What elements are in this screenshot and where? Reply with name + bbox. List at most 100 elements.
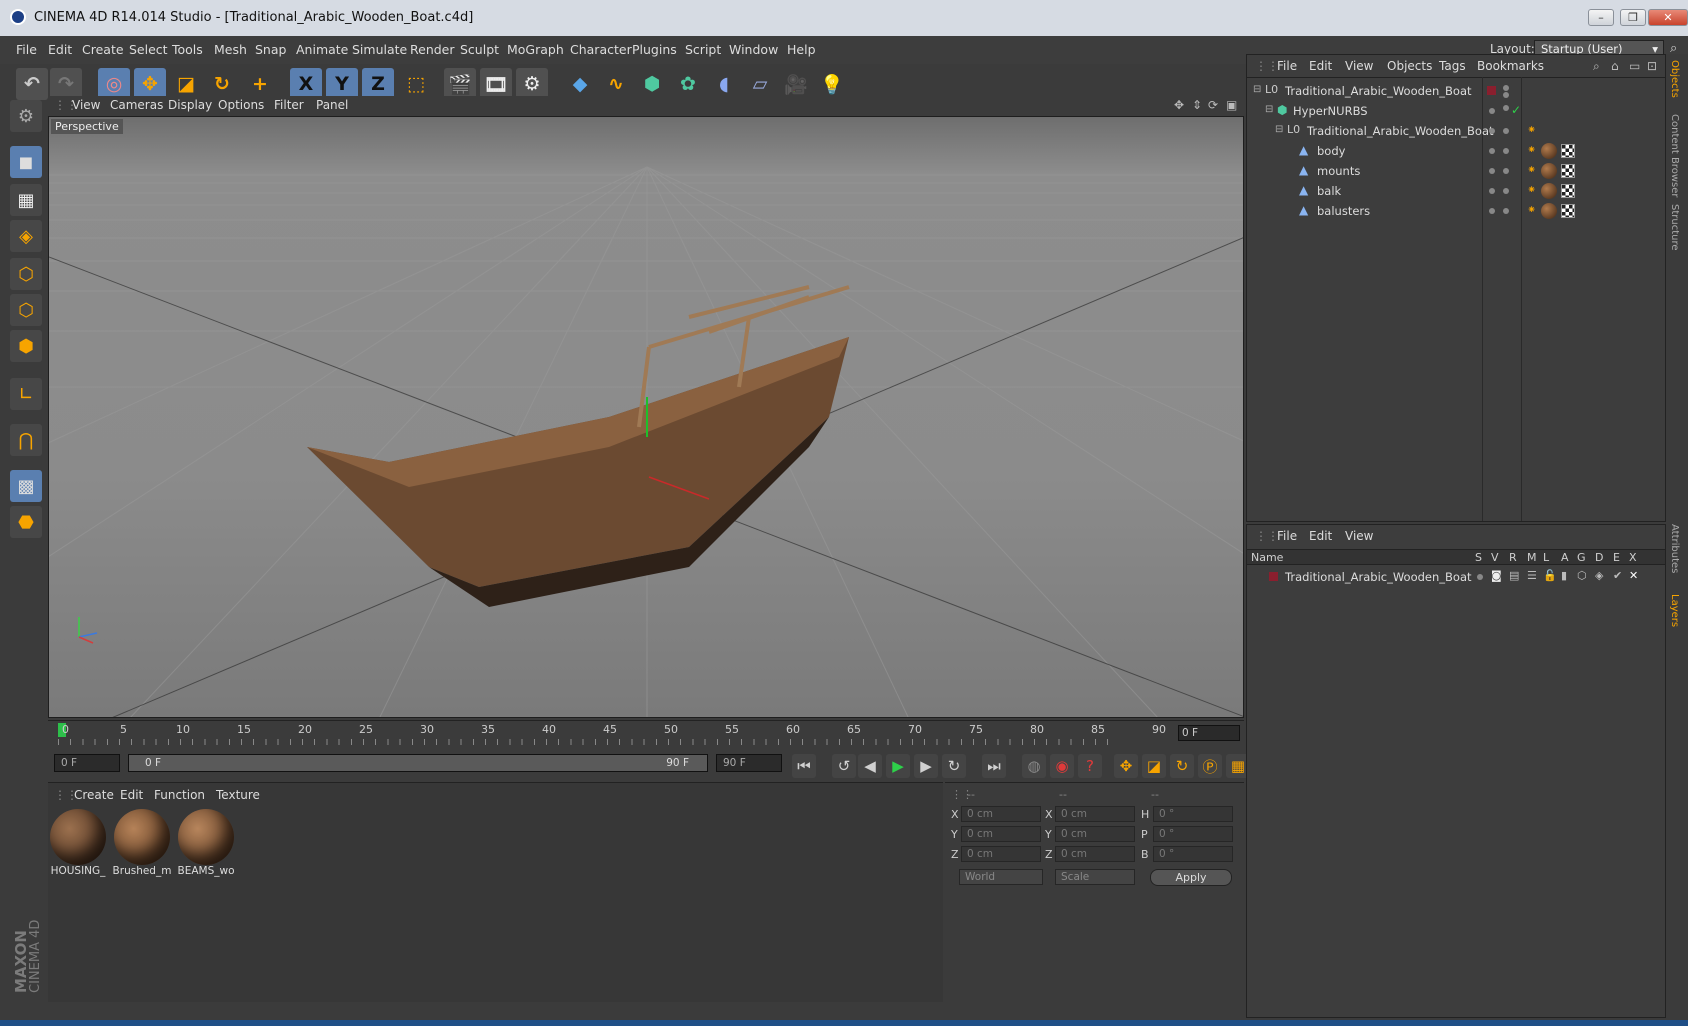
object-row[interactable]: ▲ balusters ⁕	[1247, 201, 1665, 221]
size-mode-select[interactable]: Scale	[1055, 869, 1135, 885]
key-scale-icon[interactable]: ◪	[1142, 754, 1166, 778]
object-row[interactable]: ⊟ L0 Traditional_Arabic_Wooden_Boat ⁕	[1247, 121, 1665, 141]
object-row[interactable]: ▲ balk ⁕	[1247, 181, 1665, 201]
menu-mesh[interactable]: Mesh	[214, 42, 247, 57]
close-button[interactable]: ✕	[1648, 9, 1688, 26]
enabled-check-icon[interactable]: ✓	[1511, 103, 1521, 117]
uvw-tag-icon[interactable]	[1561, 164, 1575, 178]
key-rotation-icon[interactable]: ↻	[1170, 754, 1194, 778]
tab-structure[interactable]: Structure	[1669, 204, 1680, 251]
texture-mode-icon[interactable]: ▦	[10, 184, 42, 216]
xref-toggle-icon[interactable]: ✕	[1629, 569, 1638, 582]
undo-icon[interactable]: ↶	[16, 68, 48, 100]
end-frame-field[interactable]: 90 F	[716, 754, 782, 772]
tab-content-browser[interactable]: Content Browser	[1669, 114, 1680, 197]
go-to-end-icon[interactable]: ⏭	[982, 754, 1006, 778]
objects-menu-edit[interactable]: Edit	[1309, 59, 1332, 73]
menu-animate[interactable]: Animate	[296, 42, 348, 57]
objects-menu-file[interactable]: File	[1277, 59, 1297, 73]
previous-key-icon[interactable]: ↺	[832, 754, 856, 778]
next-frame-icon[interactable]: ▶	[914, 754, 938, 778]
size-z-field[interactable]: 0 cm	[1055, 846, 1135, 862]
key-position-icon[interactable]: ✥	[1114, 754, 1138, 778]
play-icon[interactable]: ▶	[886, 754, 910, 778]
object-row[interactable]: ⊟ L0 Traditional_Arabic_Wooden_Boat	[1247, 81, 1665, 101]
viewport-rotate-icon[interactable]: ⟳	[1208, 98, 1218, 112]
render-visibility-dot[interactable]	[1503, 92, 1509, 98]
layer-row[interactable]: Traditional_Arabic_Wooden_Boat ◙ ▤ ☰ 🔓 ▮…	[1247, 567, 1665, 587]
generators-toggle-icon[interactable]: ⬡	[1577, 569, 1587, 582]
points-mode-icon[interactable]: ⬡	[10, 258, 42, 290]
phong-tag-icon[interactable]: ⁕	[1527, 203, 1536, 216]
restore-button[interactable]: ❐	[1620, 9, 1646, 26]
collapse-icon[interactable]: ⊟	[1265, 104, 1273, 115]
key-parameter-icon[interactable]: Ⓟ	[1198, 754, 1222, 778]
workplane-mode-icon[interactable]: ◈	[10, 220, 42, 252]
object-row[interactable]: ⊟ ⬢ HyperNURBS ✓	[1247, 101, 1665, 121]
uvw-tag-icon[interactable]	[1561, 184, 1575, 198]
viewport-menu-cameras[interactable]: Cameras	[110, 98, 163, 112]
menu-create[interactable]: Create	[82, 42, 124, 57]
menu-file[interactable]: File	[16, 42, 37, 57]
current-frame-field[interactable]: 0 F	[1178, 725, 1240, 741]
lock-toggle-icon[interactable]: 🔓	[1543, 569, 1557, 582]
edges-mode-icon[interactable]: ⬡	[10, 294, 42, 326]
size-x-field[interactable]: 0 cm	[1055, 806, 1135, 822]
timeline-ruler[interactable]: 0 5 10 15 20 25 30 35 40 45 50 55 60 65 …	[48, 720, 1244, 746]
viewport-menu-panel[interactable]: Panel	[316, 98, 348, 112]
position-x-field[interactable]: 0 cm	[961, 806, 1041, 822]
new-window-icon[interactable]: ⊡	[1647, 59, 1657, 73]
preview-range-slider[interactable]: 0 F 90 F	[128, 754, 708, 772]
menu-plugins[interactable]: Plugins	[632, 42, 677, 57]
editor-visibility-dot[interactable]	[1489, 148, 1495, 154]
render-visibility-dot[interactable]	[1503, 188, 1509, 194]
viewport-menu-filter[interactable]: Filter	[274, 98, 304, 112]
collapse-icon[interactable]: ⊟	[1253, 84, 1261, 95]
position-z-field[interactable]: 0 cm	[961, 846, 1041, 862]
menu-script[interactable]: Script	[685, 42, 721, 57]
viewport-camera-label[interactable]: Perspective	[51, 119, 123, 134]
tab-objects[interactable]: Objects	[1669, 60, 1680, 98]
layers-menu-view[interactable]: View	[1345, 529, 1373, 543]
material-menu-create[interactable]: Create	[74, 788, 114, 802]
polygons-mode-icon[interactable]: ⬢	[10, 330, 42, 362]
material-tag-icon[interactable]	[1541, 143, 1557, 159]
coordinate-system-select[interactable]: World	[959, 869, 1043, 885]
layers-menu-edit[interactable]: Edit	[1309, 529, 1332, 543]
object-row[interactable]: ▲ mounts ⁕	[1247, 161, 1665, 181]
go-to-start-icon[interactable]: ⏮	[792, 754, 816, 778]
apply-button[interactable]: Apply	[1150, 869, 1232, 886]
animation-toggle-icon[interactable]: ▮	[1561, 569, 1567, 582]
material-menu-function[interactable]: Function	[154, 788, 205, 802]
viewport-menu-options[interactable]: Options	[218, 98, 264, 112]
phong-tag-icon[interactable]: ⁕	[1527, 163, 1536, 176]
visible-toggle-icon[interactable]: ◙	[1491, 569, 1502, 582]
objects-menu-bookmarks[interactable]: Bookmarks	[1477, 59, 1544, 73]
axis-mode-icon[interactable]: ∟	[10, 378, 42, 410]
material-swatch[interactable]: BEAMS_wo	[176, 807, 236, 877]
menu-tools[interactable]: Tools	[172, 42, 203, 57]
minimize-panel-icon[interactable]: ▭	[1629, 59, 1640, 73]
material-swatch[interactable]: HOUSING_	[48, 807, 108, 877]
editor-visibility-dot[interactable]	[1489, 208, 1495, 214]
uvw-tag-icon[interactable]	[1561, 144, 1575, 158]
material-tag-icon[interactable]	[1541, 203, 1557, 219]
menu-select[interactable]: Select	[129, 42, 168, 57]
uvw-tag-icon[interactable]	[1561, 204, 1575, 218]
manager-toggle-icon[interactable]: ☰	[1527, 569, 1537, 582]
render-visibility-dot[interactable]	[1503, 168, 1509, 174]
render-visibility-dot[interactable]	[1503, 148, 1509, 154]
viewport-move-icon[interactable]: ✥	[1174, 98, 1184, 112]
menu-snap[interactable]: Snap	[255, 42, 286, 57]
menu-edit[interactable]: Edit	[48, 42, 72, 57]
solo-toggle-icon[interactable]	[1477, 574, 1483, 580]
object-row[interactable]: ▲ body ⁕	[1247, 141, 1665, 161]
viewport-menu-display[interactable]: Display	[168, 98, 212, 112]
position-y-field[interactable]: 0 cm	[961, 826, 1041, 842]
material-tag-icon[interactable]	[1541, 183, 1557, 199]
phong-tag-icon[interactable]: ⁕	[1527, 143, 1536, 156]
render-toggle-icon[interactable]: ▤	[1509, 569, 1519, 582]
layer-color-swatch[interactable]	[1487, 86, 1496, 95]
editor-visibility-dot[interactable]	[1489, 128, 1495, 134]
viewport-maximize-icon[interactable]: ▣	[1226, 98, 1237, 112]
